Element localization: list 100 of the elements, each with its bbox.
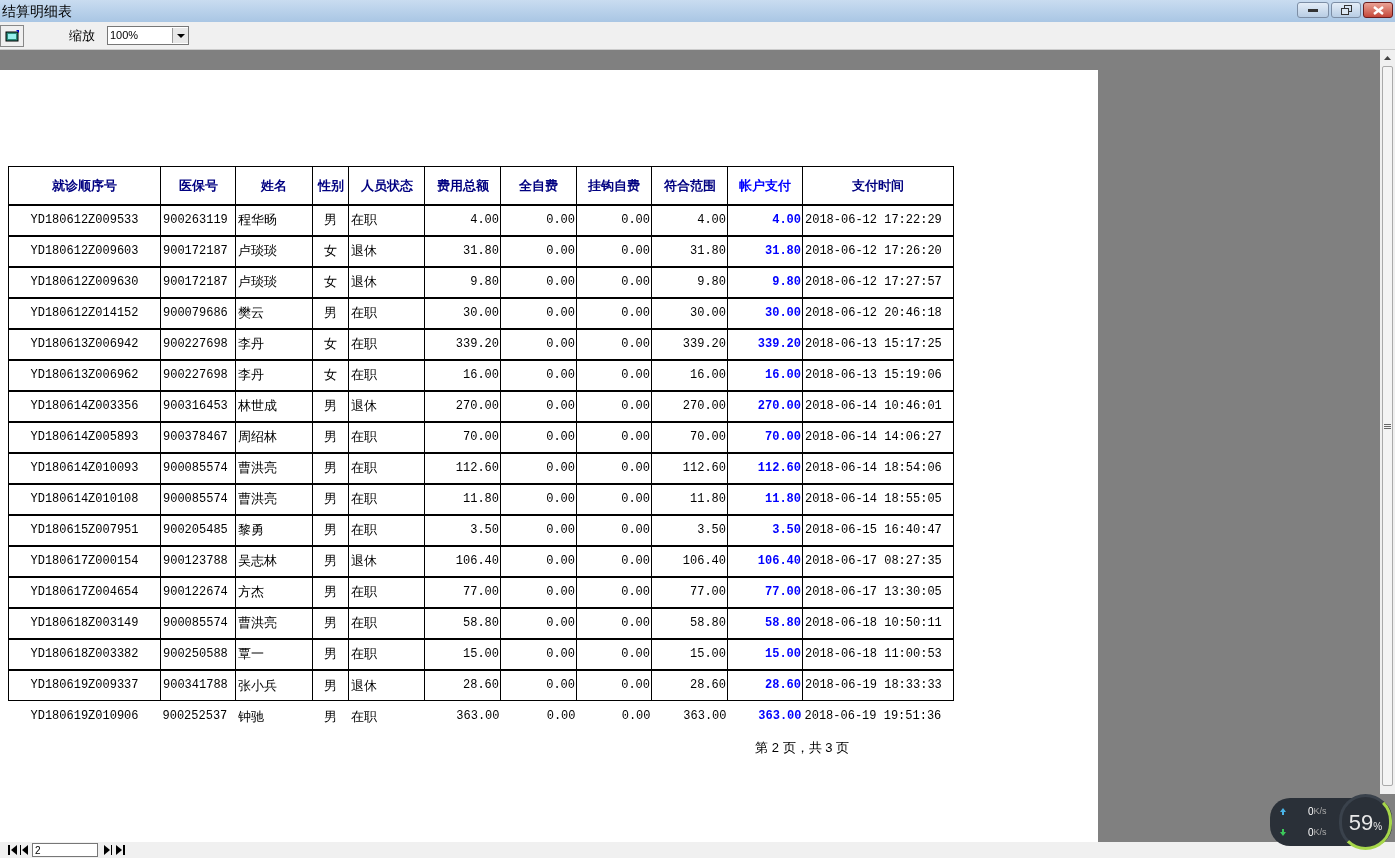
table-cell: 在职 xyxy=(348,483,425,515)
table-cell: 0.00 xyxy=(500,576,577,608)
table-cell: 女 xyxy=(312,235,349,267)
table-cell: 男 xyxy=(312,483,349,515)
table-cell: 363.00 xyxy=(651,700,728,732)
first-page-button[interactable] xyxy=(8,844,18,856)
table-cell: YD180614Z010093 xyxy=(8,452,161,484)
restore-icon xyxy=(1340,5,1352,15)
table-cell: 900316453 xyxy=(160,390,236,422)
table-cell: 吴志林 xyxy=(235,545,313,577)
table-cell: 2018-06-18 10:50:11 xyxy=(802,607,954,639)
table-cell: YD180612Z009603 xyxy=(8,235,161,267)
download-arrow-icon xyxy=(1280,829,1286,836)
first-page-icon xyxy=(8,845,17,855)
last-page-button[interactable] xyxy=(116,844,128,856)
table-cell: 70.00 xyxy=(727,421,803,453)
table-cell: 30.00 xyxy=(424,297,501,329)
table-cell: 9.80 xyxy=(424,266,501,298)
table-cell: 曹洪亮 xyxy=(235,483,313,515)
table-cell: 0.00 xyxy=(576,545,652,577)
minimize-button[interactable] xyxy=(1297,2,1329,18)
vertical-scrollbar[interactable] xyxy=(1380,50,1395,794)
table-cell: 卢琰琰 xyxy=(235,266,313,298)
table-cell: YD180618Z003149 xyxy=(8,607,161,639)
table-cell: 2018-06-19 19:51:36 xyxy=(802,700,954,732)
table-cell: 0.00 xyxy=(500,638,577,670)
table-cell: 900085574 xyxy=(160,607,236,639)
table-cell: YD180619Z009337 xyxy=(8,669,161,701)
table-cell: 男 xyxy=(312,576,349,608)
table-cell: 4.00 xyxy=(727,204,803,236)
scrollbar-thumb[interactable] xyxy=(1382,66,1393,786)
table-cell: 2018-06-14 18:54:06 xyxy=(802,452,954,484)
table-cell: 在职 xyxy=(348,638,425,670)
table-cell: YD180614Z003356 xyxy=(8,390,161,422)
close-button[interactable] xyxy=(1363,2,1393,18)
table-cell: 0.00 xyxy=(576,700,652,732)
table-cell: 0.00 xyxy=(500,607,577,639)
table-cell: 黎勇 xyxy=(235,514,313,546)
table-cell: 男 xyxy=(312,421,349,453)
table-cell: 在职 xyxy=(348,700,425,732)
table-cell: YD180614Z005893 xyxy=(8,421,161,453)
zoom-dropdown[interactable]: 100% xyxy=(107,26,189,45)
next-page-icon xyxy=(104,845,112,855)
table-cell: 28.60 xyxy=(651,669,728,701)
table-cell: 112.60 xyxy=(651,452,728,484)
page-indicator: 第 2 页，共 3 页 xyxy=(755,738,849,757)
table-cell: 退休 xyxy=(348,266,425,298)
column-header: 就诊顺序号 xyxy=(8,166,161,205)
table-cell: 0.00 xyxy=(500,514,577,546)
table-cell: 覃一 xyxy=(235,638,313,670)
restore-button[interactable] xyxy=(1331,2,1361,18)
table-cell: 0.00 xyxy=(500,669,577,701)
table-cell: 900227698 xyxy=(160,328,236,360)
table-cell: 男 xyxy=(312,297,349,329)
table-cell: 0.00 xyxy=(500,204,577,236)
table-cell: 男 xyxy=(312,452,349,484)
table-cell: 77.00 xyxy=(727,576,803,608)
table-cell: 2018-06-13 15:19:06 xyxy=(802,359,954,391)
column-header: 支付时间 xyxy=(802,166,954,205)
table-cell: 2018-06-15 16:40:47 xyxy=(802,514,954,546)
table-cell: 退休 xyxy=(348,545,425,577)
column-header: 挂钩自费 xyxy=(576,166,652,205)
table-cell: 在职 xyxy=(348,297,425,329)
table-cell: 在职 xyxy=(348,514,425,546)
table-cell: 112.60 xyxy=(424,452,501,484)
table-cell: 2018-06-12 17:26:20 xyxy=(802,235,954,267)
table-cell: 0.00 xyxy=(576,390,652,422)
table-cell: 339.20 xyxy=(651,328,728,360)
table-cell: 0.00 xyxy=(576,359,652,391)
table-cell: 4.00 xyxy=(651,204,728,236)
table-cell: 在职 xyxy=(348,421,425,453)
column-header: 费用总额 xyxy=(424,166,501,205)
table-cell: 30.00 xyxy=(727,297,803,329)
table-cell: 钟驰 xyxy=(235,700,313,732)
table-cell: 77.00 xyxy=(651,576,728,608)
table-cell: 2018-06-19 18:33:33 xyxy=(802,669,954,701)
print-button[interactable] xyxy=(0,24,24,47)
table-cell: 70.00 xyxy=(651,421,728,453)
window-title: 结算明细表 xyxy=(2,1,72,21)
table-cell: 在职 xyxy=(348,328,425,360)
upload-arrow-icon xyxy=(1280,808,1286,815)
table-cell: 周绍林 xyxy=(235,421,313,453)
previous-page-button[interactable] xyxy=(20,844,30,856)
table-cell: 在职 xyxy=(348,452,425,484)
next-page-button[interactable] xyxy=(104,844,114,856)
table-cell: 11.80 xyxy=(727,483,803,515)
table-cell: 男 xyxy=(312,638,349,670)
table-cell: 林世成 xyxy=(235,390,313,422)
table-cell: 0.00 xyxy=(576,204,652,236)
table-cell: 15.00 xyxy=(424,638,501,670)
table-cell: 0.00 xyxy=(500,328,577,360)
download-unit: K/s xyxy=(1313,825,1327,839)
table-cell: 0.00 xyxy=(576,483,652,515)
column-header: 性别 xyxy=(312,166,349,205)
page-number-field[interactable]: 2 xyxy=(32,843,98,857)
table-cell: 339.20 xyxy=(727,328,803,360)
table-cell: 16.00 xyxy=(651,359,728,391)
table-cell: 在职 xyxy=(348,576,425,608)
table-cell: 2018-06-14 14:06:27 xyxy=(802,421,954,453)
table-cell: 339.20 xyxy=(424,328,501,360)
